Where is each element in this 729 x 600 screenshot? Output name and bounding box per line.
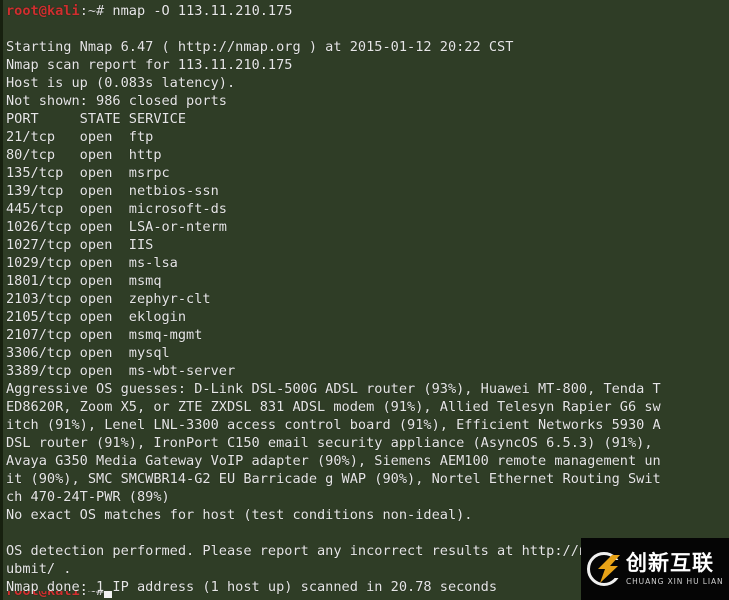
output-line: Nmap scan report for 113.11.210.175 xyxy=(6,57,293,73)
watermark-text: 创新互联 CHUANG XIN HU LIAN xyxy=(626,550,724,586)
text-cursor xyxy=(104,591,113,598)
output-line-port: 3306/tcp open mysql xyxy=(6,345,170,361)
prompt-path: ~# xyxy=(87,3,105,19)
prompt-at-symbol: @ xyxy=(38,3,47,19)
output-line-port: 21/tcp open ftp xyxy=(6,129,154,145)
output-line-port: 1801/tcp open msmq xyxy=(6,273,162,289)
output-line: Host is up (0.083s latency). xyxy=(6,75,236,91)
output-line-os-guess: it (90%), SMC SMCWBR14-G2 EU Barricade g… xyxy=(6,471,661,487)
output-line-port: 445/tcp open microsoft-ds xyxy=(6,201,227,217)
terminal-screen[interactable]: root@kali:~# nmap -O 113.11.210.175 Star… xyxy=(3,0,729,596)
next-prompt-user: root xyxy=(6,591,39,599)
output-line-os-guess: itch (91%), Lenel LNL-3300 access contro… xyxy=(6,417,661,433)
output-line-port: 2105/tcp open eklogin xyxy=(6,309,187,325)
output-line-os-guess: Avaya G350 Media Gateway VoIP adapter (9… xyxy=(6,453,661,469)
output-line-port: 80/tcp open http xyxy=(6,147,162,163)
watermark-chinese: 创新互联 xyxy=(626,550,714,575)
output-line: No exact OS matches for host (test condi… xyxy=(6,507,473,523)
output-line-port: 139/tcp open netbios-ssn xyxy=(6,183,219,199)
prompt-separator: : xyxy=(79,3,88,19)
prompt-line: root@kali:~# nmap -O 113.11.210.175 xyxy=(6,2,729,20)
next-prompt-at-symbol: @ xyxy=(38,591,47,599)
output-line-os-guess: ch 470-24T-PWR (89%) xyxy=(6,489,170,505)
output-line-os-guess: ED8620R, Zoom X5, or ZTE ZXDSL 831 ADSL … xyxy=(6,399,661,415)
output-line-port: 2103/tcp open zephyr-clt xyxy=(6,291,211,307)
prompt-hostname: kali xyxy=(46,3,80,19)
output-line-os-guess: Aggressive OS guesses: D-Link DSL-500G A… xyxy=(6,381,661,397)
prompt-user: root xyxy=(6,3,39,19)
watermark-overlay: 创新互联 CHUANG XIN HU LIAN xyxy=(581,538,729,600)
output-line-port: 1027/tcp open IIS xyxy=(6,237,154,253)
output-line-port: 2107/tcp open msmq-mgmt xyxy=(6,327,203,343)
next-prompt-line: root@kali:~# xyxy=(6,591,306,600)
watermark-pinyin: CHUANG XIN HU LIAN xyxy=(626,576,724,586)
bottom-prompt-clipped[interactable]: root@kali:~# xyxy=(6,591,306,600)
output-line: Starting Nmap 6.47 ( http://nmap.org ) a… xyxy=(6,39,514,55)
next-prompt-path: ~# xyxy=(87,591,105,599)
output-line-table-header: PORT STATE SERVICE xyxy=(6,111,187,127)
output-line-os-guess: DSL router (91%), IronPort C150 email se… xyxy=(6,435,653,451)
output-line: Not shown: 986 closed ports xyxy=(6,93,227,109)
output-line-port: 135/tcp open msrpc xyxy=(6,165,170,181)
logo-bolt-icon xyxy=(598,555,620,583)
next-prompt-hostname: kali xyxy=(46,591,80,599)
prompt-command: nmap -O 113.11.210.175 xyxy=(104,3,293,19)
next-prompt-separator: : xyxy=(79,591,88,599)
output-line-port: 1026/tcp open LSA-or-nterm xyxy=(6,219,227,235)
output-line-port: 1029/tcp open ms-lsa xyxy=(6,255,178,271)
terminal-window[interactable]: root@kali:~# nmap -O 113.11.210.175 Star… xyxy=(0,0,729,600)
brand-logo-icon xyxy=(587,552,623,586)
output-line-port: 3389/tcp open ms-wbt-server xyxy=(6,363,236,379)
